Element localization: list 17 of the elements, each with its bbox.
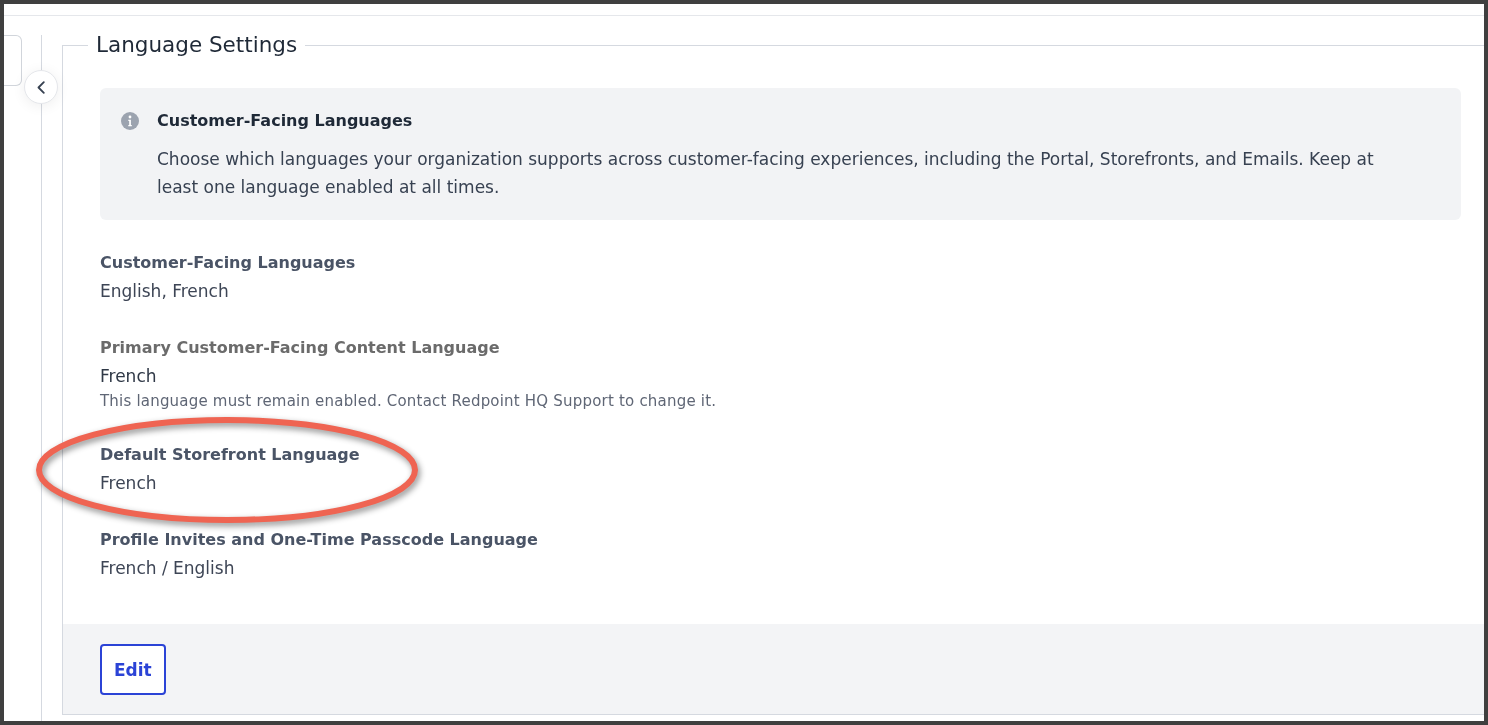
info-icon bbox=[121, 112, 139, 130]
field-value: French / English bbox=[100, 557, 235, 580]
field-value: English, French bbox=[100, 280, 229, 303]
edit-button[interactable]: Edit bbox=[100, 644, 166, 695]
section-title: Language Settings bbox=[95, 31, 299, 59]
field-label: Customer-Facing Languages bbox=[100, 252, 356, 274]
field-value: French bbox=[100, 365, 157, 388]
field-label: Profile Invites and One-Time Passcode Language bbox=[100, 529, 538, 551]
field-label: Primary Customer-Facing Content Language bbox=[100, 337, 500, 359]
chevron-left-icon bbox=[37, 80, 45, 94]
info-text: Choose which languages your organization supports across customer-facing experiences, including the Portal, Storefronts, and Emails. Keep at least one language enabled at all times. bbox=[157, 148, 1375, 199]
info-title: Customer-Facing Languages bbox=[157, 110, 414, 132]
field-value: French bbox=[100, 472, 157, 495]
card-edge bbox=[4, 35, 22, 86]
field-label: Default Storefront Language bbox=[100, 444, 360, 466]
collapse-button[interactable] bbox=[24, 70, 58, 104]
field-note: This language must remain enabled. Contact Redpoint HQ Support to change it. bbox=[100, 391, 717, 412]
